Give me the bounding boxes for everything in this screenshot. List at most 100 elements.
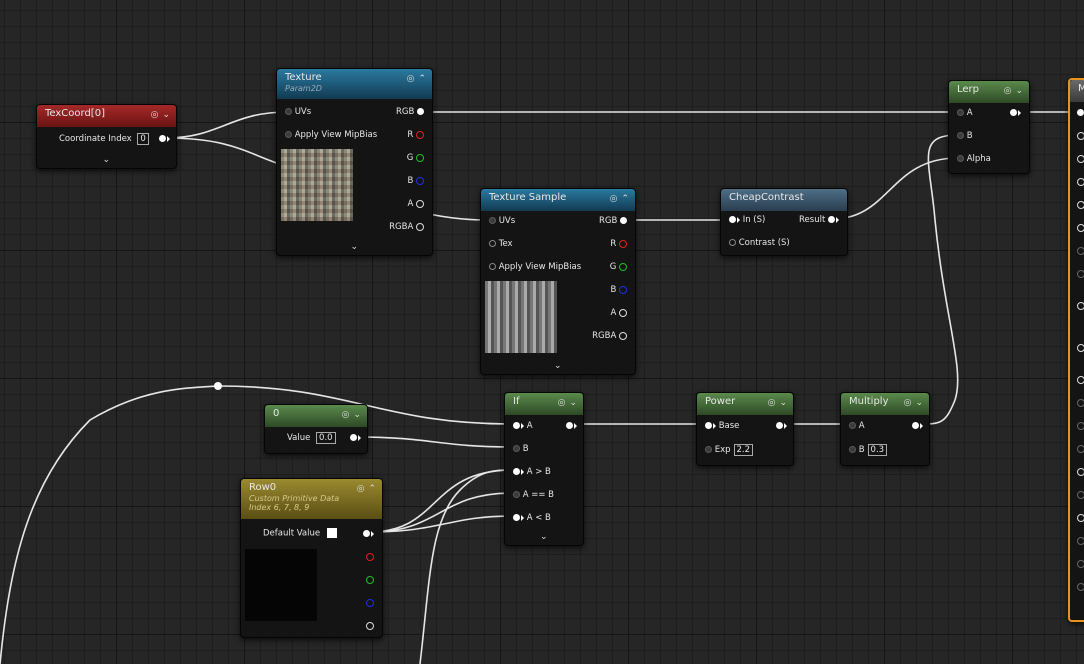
collapse-icon[interactable]: ⌃: [368, 484, 376, 494]
output-pin[interactable]: [363, 530, 370, 537]
material-header[interactable]: M: [1070, 80, 1084, 102]
output-pin-a[interactable]: [416, 199, 424, 208]
chevron-down-icon[interactable]: ⌄: [162, 110, 170, 120]
input-pin[interactable]: [957, 155, 964, 162]
texcoord-param-value[interactable]: 0: [137, 133, 149, 145]
collapse-icon[interactable]: ⌃: [418, 74, 426, 84]
input-pin[interactable]: [285, 131, 292, 138]
texture-param-node[interactable]: Texture Param2D ◎ ⌃ UVs Apply View MipBia…: [276, 68, 433, 256]
output-pin[interactable]: [776, 422, 783, 429]
row0-node[interactable]: Row0 Custom Primitive Data Index 6, 7, 8…: [240, 478, 383, 638]
preview-toggle-icon[interactable]: ◎: [610, 194, 618, 204]
output-pin[interactable]: [350, 434, 357, 441]
input-pin[interactable]: [1077, 582, 1084, 591]
input-pin[interactable]: [705, 422, 712, 429]
input-pin[interactable]: [489, 263, 496, 270]
output-pin[interactable]: [1010, 109, 1017, 116]
texture-sample-header[interactable]: Texture Sample ◎ ⌃: [481, 189, 635, 211]
output-pin-result[interactable]: [828, 216, 835, 223]
input-pin[interactable]: [1077, 131, 1084, 140]
output-pin-r[interactable]: [416, 130, 424, 139]
expand-chevron-icon[interactable]: ⌄: [540, 532, 548, 542]
lerp-node[interactable]: Lerp ◎ ⌄ A B Alpha: [948, 80, 1030, 174]
default-value-swatch[interactable]: [326, 528, 337, 538]
input-pin[interactable]: [849, 446, 856, 453]
preview-toggle-icon[interactable]: ◎: [558, 398, 566, 408]
input-pin[interactable]: [1077, 536, 1084, 545]
chevron-down-icon[interactable]: ⌄: [915, 398, 923, 408]
constant-param-value[interactable]: 0.0: [316, 432, 336, 444]
input-pin[interactable]: [1077, 269, 1084, 278]
preview-toggle-icon[interactable]: ◎: [342, 410, 350, 420]
row0-header[interactable]: Row0 Custom Primitive Data Index 6, 7, 8…: [241, 479, 382, 519]
input-pin[interactable]: [1077, 301, 1084, 310]
output-pin-b[interactable]: [619, 285, 627, 294]
multiply-node[interactable]: Multiply ◎ ⌄ A B 0.3: [840, 392, 930, 466]
cheap-contrast-node[interactable]: CheapContrast In (S) Contrast (S) Result: [720, 188, 848, 256]
preview-toggle-icon[interactable]: ◎: [407, 74, 415, 84]
chevron-down-icon[interactable]: ⌄: [779, 398, 787, 408]
power-header[interactable]: Power ◎ ⌄: [697, 393, 793, 415]
texcoord-node[interactable]: TexCoord[0] ◎ ⌄ Coordinate Index 0 ⌄: [36, 104, 177, 169]
output-pin[interactable]: [159, 135, 166, 142]
expand-chevron-icon[interactable]: ⌄: [554, 361, 562, 371]
input-pin[interactable]: [1077, 177, 1084, 186]
output-pin-r[interactable]: [366, 552, 374, 561]
constant-node[interactable]: 0 ◎ ⌄ Value 0.0: [264, 404, 368, 454]
input-pin[interactable]: [957, 132, 964, 139]
input-pin[interactable]: [1077, 559, 1084, 568]
output-pin-g[interactable]: [619, 262, 627, 271]
output-pin-g[interactable]: [416, 153, 424, 162]
input-pin[interactable]: [513, 468, 520, 475]
input-pin[interactable]: [489, 217, 496, 224]
expand-chevron-icon[interactable]: ⌄: [351, 242, 359, 252]
output-pin-r[interactable]: [619, 239, 627, 248]
output-pin-rgba[interactable]: [416, 222, 424, 231]
input-pin[interactable]: [1077, 467, 1084, 476]
output-pin-b[interactable]: [366, 598, 374, 607]
input-pin[interactable]: [513, 514, 520, 521]
input-pin[interactable]: [849, 422, 856, 429]
constant-header[interactable]: 0 ◎ ⌄: [265, 405, 367, 427]
preview-toggle-icon[interactable]: ◎: [904, 398, 912, 408]
input-pin[interactable]: [1077, 154, 1084, 163]
input-pin[interactable]: [1077, 109, 1084, 116]
texture-param-header[interactable]: Texture Param2D ◎ ⌃: [277, 69, 432, 99]
power-param-value[interactable]: 2.2: [733, 444, 754, 456]
input-pin[interactable]: [1077, 375, 1084, 384]
input-pin[interactable]: [1077, 490, 1084, 499]
if-header[interactable]: If ◎ ⌄: [505, 393, 583, 415]
output-pin-a[interactable]: [619, 308, 627, 317]
input-pin[interactable]: [1077, 223, 1084, 232]
input-pin[interactable]: [1077, 513, 1084, 522]
input-pin[interactable]: [513, 422, 520, 429]
input-pin[interactable]: [1077, 200, 1084, 209]
texcoord-header[interactable]: TexCoord[0] ◎ ⌄: [37, 105, 176, 127]
input-pin[interactable]: [1077, 444, 1084, 453]
preview-toggle-icon[interactable]: ◎: [151, 110, 159, 120]
cheap-contrast-header[interactable]: CheapContrast: [721, 189, 847, 211]
preview-toggle-icon[interactable]: ◎: [768, 398, 776, 408]
input-pin[interactable]: [1077, 246, 1084, 255]
output-pin-rgb[interactable]: [620, 217, 627, 224]
output-pin[interactable]: [566, 422, 573, 429]
input-pin[interactable]: [729, 216, 736, 223]
if-node[interactable]: If ◎ ⌄ A B A > B A == B A < B ⌄: [504, 392, 584, 546]
input-pin[interactable]: [513, 491, 520, 498]
input-pin[interactable]: [957, 109, 964, 116]
input-pin[interactable]: [1077, 398, 1084, 407]
output-pin-rgb[interactable]: [417, 108, 424, 115]
chevron-down-icon[interactable]: ⌄: [353, 410, 361, 420]
input-pin[interactable]: [285, 108, 292, 115]
preview-toggle-icon[interactable]: ◎: [357, 484, 365, 494]
chevron-down-icon[interactable]: ⌄: [569, 398, 577, 408]
power-node[interactable]: Power ◎ ⌄ Base Exp 2.2: [696, 392, 794, 466]
input-pin[interactable]: [705, 446, 712, 453]
output-pin-a[interactable]: [366, 621, 374, 630]
input-pin[interactable]: [729, 239, 736, 246]
multiply-header[interactable]: Multiply ◎ ⌄: [841, 393, 929, 415]
material-result-node[interactable]: M: [1068, 78, 1084, 622]
output-pin-rgba[interactable]: [619, 331, 627, 340]
multiply-param-value[interactable]: 0.3: [867, 444, 888, 456]
collapse-icon[interactable]: ⌃: [621, 194, 629, 204]
